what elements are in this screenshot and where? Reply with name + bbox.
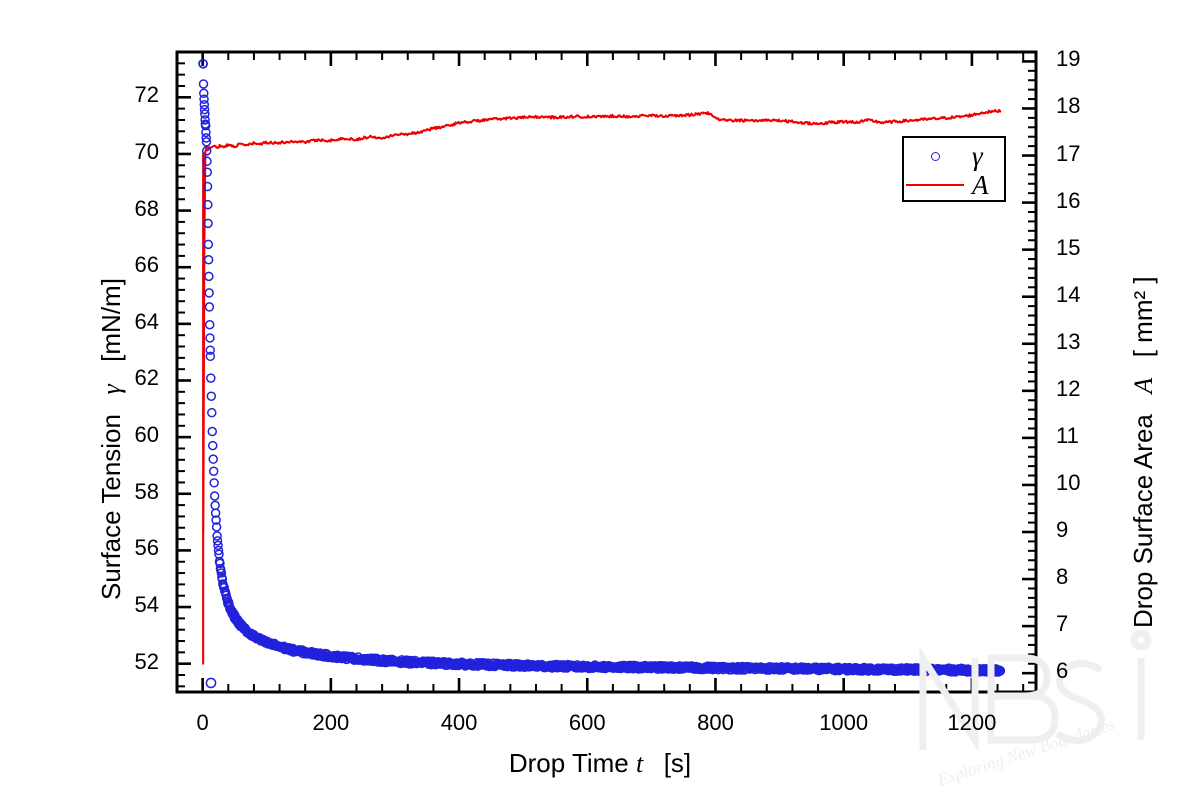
tick-label: 68 [134, 195, 159, 221]
tick-label: 400 [440, 710, 478, 735]
data-point [203, 239, 214, 250]
x-axis-title-prefix: Drop Time [508, 748, 629, 778]
tick-label: 1200 [947, 710, 997, 735]
tick-label: 10 [1056, 469, 1081, 495]
data-point [205, 677, 217, 689]
data-point [208, 454, 218, 464]
tick-label: 6 [1056, 658, 1069, 684]
tick-label: 600 [568, 710, 606, 735]
chart-canvas [175, 50, 1038, 694]
data-point [208, 466, 219, 476]
tick-label: 52 [134, 648, 159, 674]
tick-label: 1000 [819, 710, 869, 735]
data-point [204, 302, 215, 312]
tick-label: 9 [1056, 517, 1069, 542]
tick-label: 15 [1056, 234, 1081, 260]
chart-figure: Exploring New Boundaries 0 200 400 600 800 10… [0, 0, 1200, 800]
tick-label: 18 [1056, 93, 1081, 119]
series-area-line [202, 108, 1002, 665]
tick-label: 16 [1056, 187, 1081, 213]
y-left-axis-title-symbol: γ [97, 384, 126, 395]
data-point [198, 79, 209, 89]
y-right-axis-title: Drop Surface Area A [ mm² ] [1128, 276, 1159, 628]
y-right-axis-title-symbol: A [1129, 377, 1158, 394]
legend-marker-circle-icon [904, 151, 966, 161]
y-left-axis-title-unit: [mN/m] [96, 278, 126, 362]
tick-label: 11 [1056, 422, 1079, 448]
tick-label: 14 [1056, 281, 1081, 307]
tick-label: 70 [134, 138, 159, 164]
tick-label: 17 [1056, 140, 1081, 166]
legend-label-area: A [972, 169, 989, 200]
x-axis-title-symbol: t [636, 749, 644, 778]
data-point [204, 319, 215, 330]
tick-label: 19 [1056, 46, 1081, 72]
x-axis-title: Drop Time t [s] [0, 748, 1200, 779]
legend: γ A [902, 136, 1006, 202]
tick-label: 12 [1056, 375, 1081, 401]
tick-label: 13 [1056, 328, 1081, 354]
legend-item-gamma: γ [904, 140, 1008, 171]
tick-label: 72 [134, 82, 159, 108]
y-left-axis-title-prefix: Surface Tension [96, 414, 126, 600]
legend-item-area: A [904, 169, 1008, 200]
data-point [207, 426, 218, 437]
tick-label: 800 [697, 710, 734, 735]
series-surface-tension-points [198, 58, 1006, 689]
data-point [206, 391, 217, 401]
data-point [207, 440, 218, 451]
data-point [203, 255, 214, 265]
data-point [207, 407, 217, 418]
data-point [209, 491, 220, 501]
data-point [204, 271, 214, 282]
tick-label: 7 [1056, 611, 1069, 637]
data-point [210, 500, 220, 511]
data-point [204, 288, 214, 298]
tick-label: 200 [312, 710, 350, 735]
tick-label: 0 [196, 710, 209, 735]
legend-label-gamma: γ [972, 140, 983, 171]
tick-label: 66 [134, 252, 159, 278]
data-point [205, 333, 215, 343]
data-point [209, 478, 219, 488]
y-left-axis-title: Surface Tension γ [mN/m] [96, 278, 127, 600]
y-right-axis-title-unit: [ mm² ] [1128, 276, 1158, 358]
y-right-axis-title-prefix: Drop Surface Area [1128, 414, 1158, 628]
x-axis-title-unit: [s] [663, 748, 692, 778]
tick-label: 8 [1056, 564, 1069, 590]
data-point [206, 373, 216, 383]
legend-marker-line-icon [904, 183, 966, 187]
